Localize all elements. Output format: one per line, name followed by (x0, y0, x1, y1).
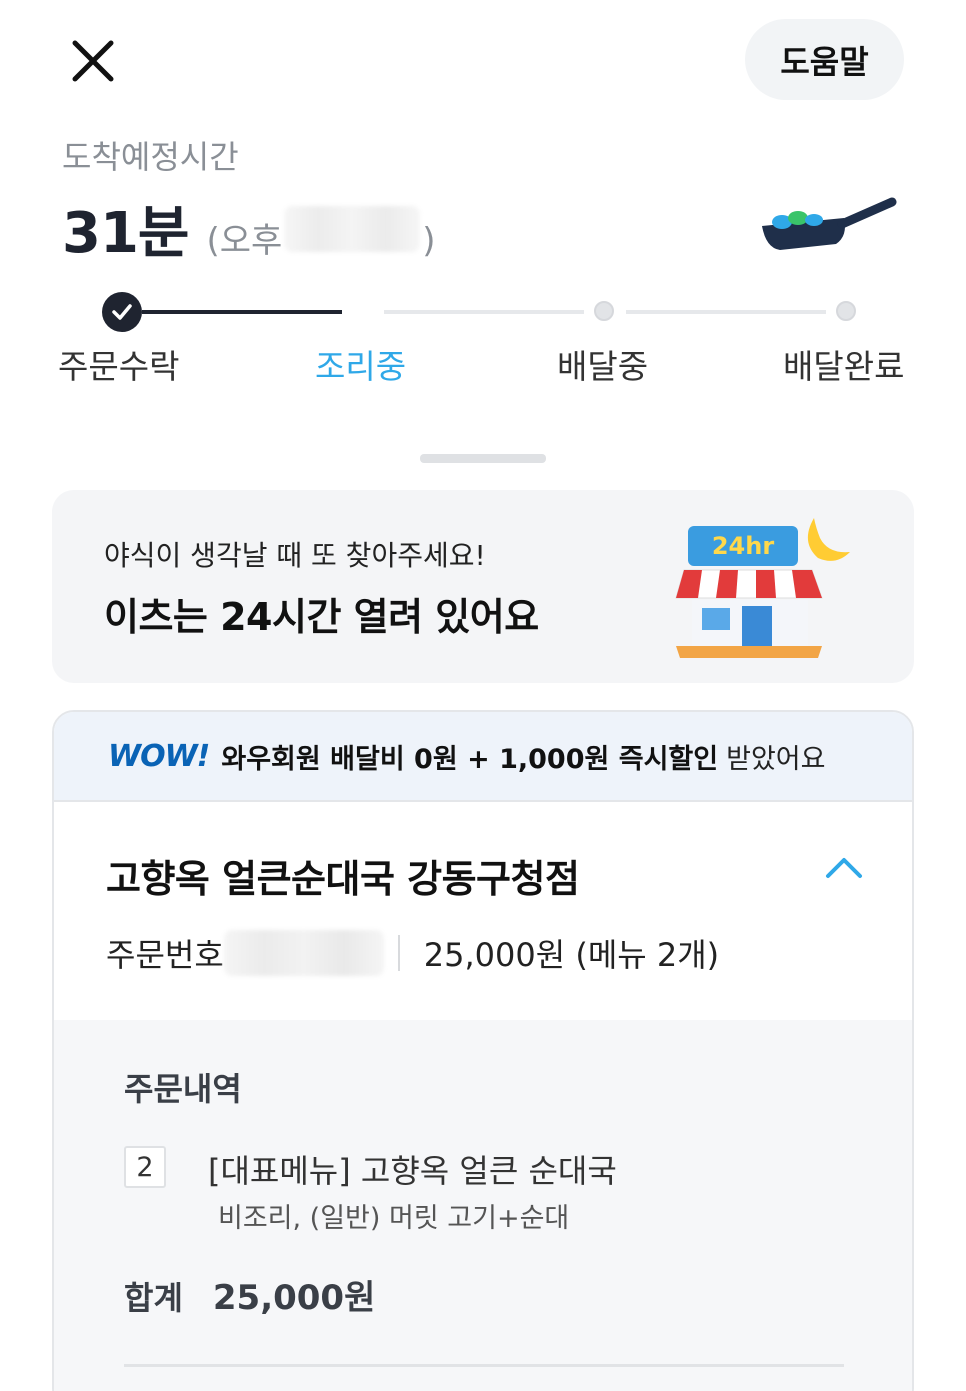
eta-time-prefix: (오후 (206, 221, 283, 261)
store-name: 고향옥 얼큰순대국 강동구청점 (106, 857, 580, 901)
eta-time: (오후 ) (206, 206, 436, 262)
step-label-delivering: 배달중 (557, 347, 649, 386)
wow-benefit-bar: WOW! 와우회원 배달비 0원 + 1,000원 즉시할인 받았어요 (54, 712, 912, 802)
eta-time-suffix: ) (422, 221, 436, 261)
divider (124, 1364, 844, 1367)
wow-benefit-text: 와우회원 배달비 0원 + 1,000원 즉시할인 (221, 743, 719, 775)
store-24hr-icon: 24hr (675, 518, 850, 658)
divider (397, 935, 400, 971)
promo-banner[interactable]: 야식이 생각날 때 또 찾아주세요! 이츠는 24시간 열려 있어요 24hr (52, 490, 914, 683)
progress-line-done (142, 310, 342, 314)
help-button[interactable]: 도움말 (745, 19, 904, 100)
sheet-drag-handle[interactable] (420, 454, 546, 463)
order-number-redacted (223, 930, 384, 976)
total-label: 합계 (124, 1279, 183, 1317)
order-card: WOW! 와우회원 배달비 0원 + 1,000원 즉시할인 받았어요 고향옥 … (52, 710, 914, 1391)
eta-time-redacted (284, 206, 421, 252)
order-progress: 주문수락 조리중 배달중 배달완료 (0, 290, 966, 390)
step-marker-delivered (836, 301, 856, 321)
frying-pan-icon (762, 197, 897, 250)
total-row: 합계 25,000원 (124, 1270, 375, 1319)
item-name: [대표메뉴] 고향옥 얼큰 순대국 (208, 1152, 617, 1190)
eta-row: 31분 (오후 ) (62, 188, 436, 269)
collapse-button[interactable] (824, 852, 864, 882)
order-number-label: 주문번호 (106, 936, 224, 974)
check-icon (112, 304, 132, 320)
eta-minutes: 31분 (62, 201, 189, 266)
order-details-title: 주문내역 (124, 1070, 242, 1108)
progress-line-pending (626, 310, 826, 314)
close-icon[interactable] (68, 36, 118, 86)
wow-logo: WOW! (108, 738, 210, 774)
step-label-delivered: 배달완료 (783, 347, 905, 386)
promo-title: 이츠는 24시간 열려 있어요 (104, 595, 539, 639)
item-option: 비조리, (일반) 머릿 고기+순대 (218, 1203, 570, 1234)
progress-line-pending (384, 310, 584, 314)
step-label-accepted: 주문수락 (58, 347, 180, 386)
order-info-row: 주문번호 25,000원 (메뉴 2개) (106, 930, 719, 976)
step-label-cooking: 조리중 (315, 347, 407, 386)
close-button[interactable] (68, 36, 118, 86)
order-summary: 25,000원 (메뉴 2개) (423, 936, 720, 974)
order-details-section: 주문내역 2 [대표메뉴] 고향옥 얼큰 순대국 비조리, (일반) 머릿 고기… (54, 1020, 912, 1391)
wow-benefit-suffix: 받았어요 (726, 743, 826, 775)
chevron-up-icon[interactable] (824, 852, 864, 882)
step-marker-delivering (594, 301, 614, 321)
total-value: 25,000원 (212, 1278, 376, 1318)
step-done-marker (102, 292, 142, 332)
promo-subtitle: 야식이 생각날 때 또 찾아주세요! (104, 539, 486, 572)
store-badge-text: 24hr (712, 532, 774, 560)
eta-label: 도착예정시간 (62, 138, 239, 176)
item-quantity: 2 (124, 1146, 166, 1188)
